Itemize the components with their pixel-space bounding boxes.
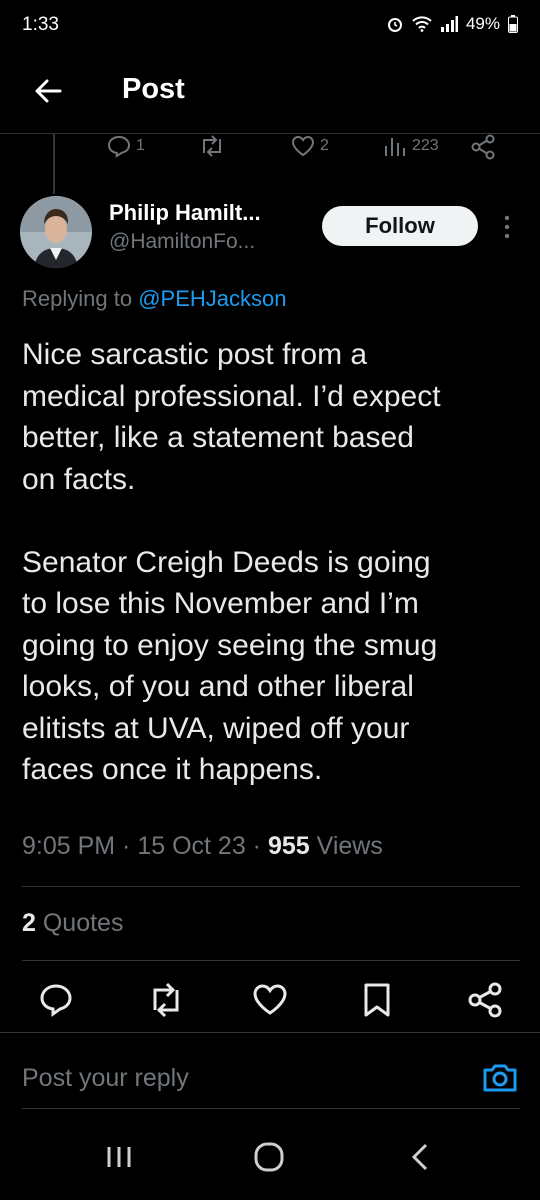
home-icon[interactable] xyxy=(249,1137,289,1177)
prev-like-button[interactable]: 2 xyxy=(290,134,329,158)
post-action-bar xyxy=(0,980,540,1025)
status-bar: 1:33 49% xyxy=(0,0,540,50)
prev-share-button[interactable] xyxy=(470,134,496,160)
divider xyxy=(22,960,520,961)
views-label: Views xyxy=(316,832,383,860)
quotes-count: 2 xyxy=(22,909,36,937)
battery-icon xyxy=(508,15,518,33)
alarm-icon xyxy=(387,18,402,32)
post-time: 9:05 PM xyxy=(22,832,116,860)
camera-icon[interactable] xyxy=(480,1058,520,1098)
thread-connector-line xyxy=(53,134,55,194)
reply-input[interactable]: Post your reply xyxy=(22,1064,189,1093)
signal-icon xyxy=(440,16,458,32)
top-bar: Post xyxy=(0,55,540,134)
like-icon[interactable] xyxy=(250,980,290,1020)
bookmark-icon[interactable] xyxy=(357,980,397,1020)
battery-percent: 49% xyxy=(465,14,500,33)
share-icon xyxy=(471,134,495,160)
back-arrow-icon[interactable] xyxy=(30,73,66,109)
reply-composer[interactable]: Post your reply xyxy=(0,1034,540,1110)
author-handle[interactable]: @HamiltonFo... xyxy=(109,230,255,254)
recents-icon[interactable] xyxy=(99,1137,139,1177)
wifi-icon xyxy=(412,16,432,32)
replying-to: Replying to @PEHJackson xyxy=(22,286,287,311)
quotes-link[interactable]: 2 Quotes xyxy=(22,909,123,938)
previous-post-actions: 1 2 223 xyxy=(0,132,540,162)
system-nav-bar xyxy=(0,1125,540,1200)
divider xyxy=(22,1108,520,1109)
post-date: 15 Oct 23 xyxy=(137,832,246,860)
share-icon[interactable] xyxy=(465,980,505,1020)
quotes-label: Quotes xyxy=(42,909,124,937)
follow-button[interactable]: Follow xyxy=(322,206,478,246)
retweet-icon xyxy=(203,135,221,157)
views-icon xyxy=(385,138,405,156)
post-text: Nice sarcastic post from a medical profe… xyxy=(22,338,441,786)
divider xyxy=(0,1032,540,1033)
page-title: Post xyxy=(122,73,185,105)
divider xyxy=(22,886,520,887)
reply-icon xyxy=(107,135,131,158)
retweet-icon[interactable] xyxy=(146,980,186,1020)
status-icons: 49% xyxy=(386,14,518,34)
back-icon[interactable] xyxy=(401,1137,441,1177)
prev-retweet-button[interactable] xyxy=(198,134,226,158)
author-name[interactable]: Philip Hamilt... xyxy=(109,200,261,226)
avatar[interactable] xyxy=(20,196,92,268)
prev-views-button[interactable]: 223 xyxy=(382,134,439,158)
prev-reply-button[interactable]: 1 xyxy=(106,134,145,158)
more-icon[interactable] xyxy=(497,212,517,242)
views-count: 955 xyxy=(267,832,310,860)
post-meta: 9:05 PM · 15 Oct 23 · 955 Views xyxy=(22,832,383,860)
like-icon xyxy=(291,135,315,157)
reply-icon[interactable] xyxy=(36,980,76,1020)
mention-link[interactable]: @PEHJackson xyxy=(138,286,286,311)
status-time: 1:33 xyxy=(22,14,59,35)
